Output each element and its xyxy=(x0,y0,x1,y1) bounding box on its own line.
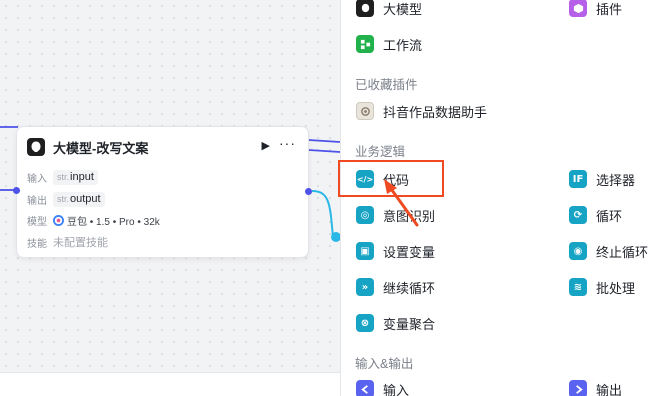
panel-item-label: 意图识别 xyxy=(383,208,436,224)
continue-loop-icon: » xyxy=(356,278,374,296)
icon-glyph: ⊗ xyxy=(360,317,370,329)
inputs-label: 输入 xyxy=(27,173,47,185)
loop-icon: ⟳ xyxy=(569,206,587,224)
panel-item-plugin[interactable]: 插件 xyxy=(569,0,622,19)
icon-glyph: ◎ xyxy=(360,209,370,221)
input-chip: str. input xyxy=(53,169,98,185)
llm-icon xyxy=(27,138,45,156)
panel-item-stop-loop[interactable]: ◉ 终止循环 xyxy=(569,240,648,262)
set-variable-icon: ▣ xyxy=(356,242,374,260)
panel-item-variable-merge[interactable]: ⊗ 变量聚合 xyxy=(356,312,435,334)
panel-item-llm[interactable]: 大模型 xyxy=(356,0,422,19)
batch-icon: ≋ xyxy=(569,278,587,296)
panel-item-workflow[interactable]: 工作流 xyxy=(356,33,422,55)
douyin-plugin-icon xyxy=(356,102,374,120)
output-chip: str. output xyxy=(53,191,105,207)
panel-item-label: 批处理 xyxy=(596,280,636,296)
output-type: str. xyxy=(57,194,70,204)
panel-item-label: 终止循环 xyxy=(596,244,649,260)
icon-glyph: ▣ xyxy=(360,245,370,257)
panel-item-batch[interactable]: ≋ 批处理 xyxy=(569,276,635,298)
panel-item-label: 选择器 xyxy=(596,172,636,188)
intent-icon: ◎ xyxy=(356,206,374,224)
outputs-label: 输出 xyxy=(27,195,47,207)
panel-item-label: 设置变量 xyxy=(383,244,436,260)
section-business-logic: 业务逻辑 xyxy=(355,145,406,159)
section-io: 输入&输出 xyxy=(355,357,414,371)
run-icon[interactable]: ▶ xyxy=(262,139,270,152)
canvas-bottom-bar xyxy=(0,372,340,396)
panel-item-set-variable[interactable]: ▣ 设置变量 xyxy=(356,240,435,262)
doubao-icon xyxy=(53,214,64,226)
panel-item-label: 继续循环 xyxy=(383,280,436,296)
more-icon[interactable]: ··· xyxy=(279,135,296,151)
node-outputs-row: 输出 str. output xyxy=(27,191,105,207)
code-highlight-box xyxy=(338,160,444,197)
node-skills-row: 技能 未配置技能 xyxy=(27,234,108,250)
panel-item-label: 插件 xyxy=(596,1,623,17)
panel-item-output[interactable]: 输出 xyxy=(569,378,622,396)
node-model-row: 模型 豆包 • 1.5 • Pro • 32k xyxy=(27,212,160,228)
panel-item-label: 抖音作品数据助手 xyxy=(383,104,488,120)
input-type: str. xyxy=(57,172,70,182)
skills-label: 技能 xyxy=(27,238,47,250)
input-name: input xyxy=(70,171,94,183)
section-favorites: 已收藏插件 xyxy=(355,78,418,92)
output-icon xyxy=(569,380,587,396)
panel-item-continue-loop[interactable]: » 继续循环 xyxy=(356,276,435,298)
panel-item-label: 变量聚合 xyxy=(383,316,436,332)
llm-node[interactable]: 大模型-改写文案 ▶ ··· 输入 str. input 输出 str. out… xyxy=(16,126,309,258)
if-icon: IF xyxy=(569,170,587,188)
panel-item-label: 输出 xyxy=(596,382,623,396)
model-value: 豆包 • 1.5 • Pro • 32k xyxy=(67,216,160,228)
panel-item-loop[interactable]: ⟳ 循环 xyxy=(569,204,622,226)
stop-loop-icon: ◉ xyxy=(569,242,587,260)
output-name: output xyxy=(70,193,101,205)
icon-glyph: ≋ xyxy=(573,281,583,293)
icon-glyph: ◉ xyxy=(573,245,583,257)
panel-item-intent[interactable]: ◎ 意图识别 xyxy=(356,204,435,226)
llm-icon xyxy=(356,0,374,17)
node-input-port[interactable] xyxy=(13,187,20,194)
panel-item-label: 输入 xyxy=(383,382,410,396)
plugin-icon xyxy=(569,0,587,17)
panel-item-selector[interactable]: IF 选择器 xyxy=(569,168,635,190)
panel-item-douyin-plugin[interactable]: 抖音作品数据助手 xyxy=(356,100,487,122)
variable-merge-icon: ⊗ xyxy=(356,314,374,332)
node-inputs-row: 输入 str. input xyxy=(27,169,98,185)
model-label: 模型 xyxy=(27,216,47,228)
node-header: 大模型-改写文案 ▶ ··· xyxy=(27,135,298,157)
skills-value: 未配置技能 xyxy=(53,237,108,249)
panel-item-label: 大模型 xyxy=(383,1,423,17)
input-icon xyxy=(356,380,374,396)
panel-item-label: 循环 xyxy=(596,208,623,224)
panel-item-label: 工作流 xyxy=(383,37,423,53)
icon-glyph: » xyxy=(361,281,369,293)
panel-item-input[interactable]: 输入 xyxy=(356,378,409,396)
workflow-icon xyxy=(356,35,374,53)
node-title: 大模型-改写文案 xyxy=(53,140,149,156)
icon-glyph: IF xyxy=(572,173,584,185)
icon-glyph: ⟳ xyxy=(573,209,583,221)
node-picker-panel xyxy=(340,0,670,396)
node-output-port[interactable] xyxy=(305,188,312,195)
